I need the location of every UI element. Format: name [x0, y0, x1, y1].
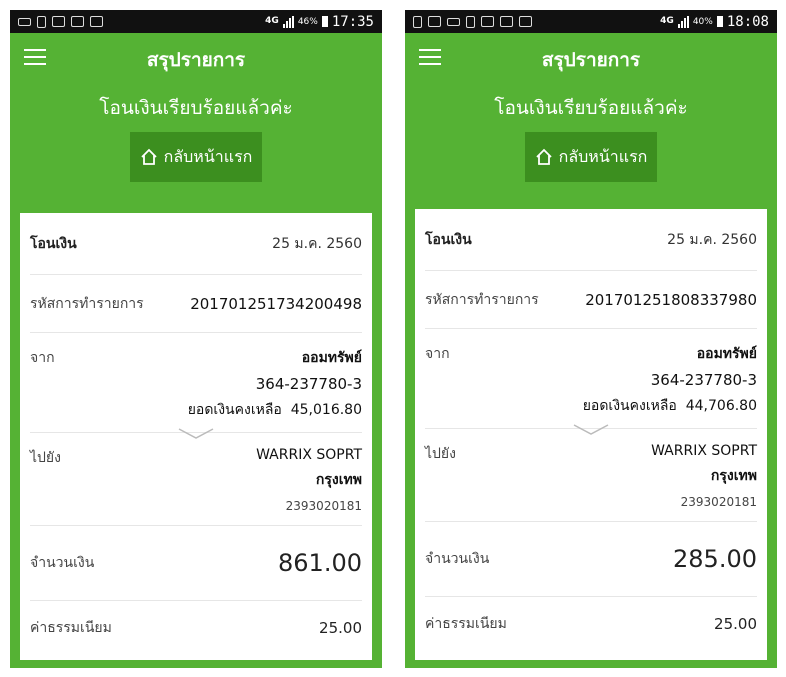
reference-value: 201701251734200498	[190, 294, 362, 313]
clipboard-icon	[500, 16, 513, 27]
from-balance-value: 45,016.80	[290, 402, 362, 418]
chevron-down-icon[interactable]	[178, 428, 214, 440]
amount-value: 861.00	[278, 549, 362, 577]
app-bar: สรุปรายการ	[10, 33, 382, 81]
to-label: ไปยัง	[30, 450, 61, 466]
transaction-summary-card: โอนเงิน 25 ม.ค. 2560 รหัสการทำรายการ 201…	[20, 213, 372, 660]
to-account-row: ไปยัง WARRIX SOPRT กรุงเทพ 2393020181	[425, 429, 757, 522]
app-bar: สรุปรายการ	[405, 33, 777, 81]
from-account-number: 364-237780-3	[650, 371, 757, 389]
from-label: จาก	[30, 350, 55, 366]
usb-icon	[413, 15, 422, 28]
battery-percent: 40%	[692, 16, 713, 27]
battery-icon	[321, 16, 328, 27]
status-bar: 4G 46% 17:35	[10, 10, 382, 33]
transaction-date: 25 ม.ค. 2560	[272, 235, 362, 252]
home-icon	[141, 148, 157, 165]
page-title: สรุปรายการ	[146, 49, 246, 71]
fee-label: ค่าธรรมเนียม	[30, 620, 112, 636]
transaction-type: โอนเงิน	[30, 235, 77, 252]
signal-icon	[677, 15, 689, 28]
fee-value: 25.00	[319, 619, 362, 637]
clock: 17:35	[331, 13, 374, 30]
from-account-row: จาก ออมทรัพย์ 364-237780-3 ยอดเงินคงเหลื…	[30, 333, 362, 439]
reference-row: รหัสการทำรายการ 201701251734200498	[30, 275, 362, 333]
to-account-number: 2393020181	[680, 495, 757, 509]
network-type: 4G	[265, 16, 279, 26]
fee-row: ค่าธรรมเนียม 25.00	[30, 601, 362, 655]
keyboard-icon	[447, 17, 460, 26]
transaction-type-row: โอนเงิน 25 ม.ค. 2560	[30, 213, 362, 275]
transaction-summary-card: โอนเงิน 25 ม.ค. 2560 รหัสการทำรายการ 201…	[415, 209, 767, 660]
transaction-date: 25 ม.ค. 2560	[667, 231, 757, 248]
fee-value: 25.00	[714, 615, 757, 633]
network-type: 4G	[660, 16, 674, 26]
amount-value: 285.00	[673, 545, 757, 573]
back-to-home-button[interactable]: กลับหน้าแรก	[525, 132, 657, 182]
clipboard-icon	[71, 16, 84, 27]
to-bank-name: กรุงเทพ	[315, 472, 362, 488]
home-icon	[536, 148, 552, 165]
from-balance: ยอดเงินคงเหลือ 44,706.80	[583, 395, 757, 417]
reference-label: รหัสการทำรายการ	[30, 295, 144, 312]
phone-screen-right: 4G 40% 18:08 สรุปรายการ โอนเงินเรียบร้อย…	[405, 10, 777, 668]
back-to-home-button[interactable]: กลับหน้าแรก	[130, 132, 262, 182]
keyboard-icon	[18, 17, 31, 26]
success-message: โอนเงินเรียบร้อยแล้วค่ะ	[99, 97, 293, 119]
success-message: โอนเงินเรียบร้อยแล้วค่ะ	[494, 97, 688, 119]
signal-icon	[282, 15, 294, 28]
battery-icon	[716, 16, 723, 27]
reference-row: รหัสการทำรายการ 201701251808337980	[425, 271, 757, 329]
battery-percent: 46%	[297, 16, 318, 27]
mail-icon	[481, 16, 494, 27]
from-account-number: 364-237780-3	[255, 375, 362, 393]
to-account-row: ไปยัง WARRIX SOPRT กรุงเทพ 2393020181	[30, 433, 362, 526]
notification-icons	[413, 15, 532, 28]
notification-icons	[18, 15, 103, 28]
amount-row: จำนวนเงิน 861.00	[30, 526, 362, 601]
to-label: ไปยัง	[425, 446, 456, 462]
chevron-down-icon[interactable]	[573, 424, 609, 436]
fee-row: ค่าธรรมเนียม 25.00	[425, 597, 757, 651]
back-to-home-label: กลับหน้าแรก	[163, 146, 253, 166]
bag-icon	[90, 16, 103, 27]
image-icon	[428, 16, 441, 27]
clock: 18:08	[726, 13, 769, 30]
to-account-name: WARRIX SOPRT	[256, 447, 362, 463]
from-account-type: ออมทรัพย์	[301, 350, 362, 366]
amount-label: จำนวนเงิน	[425, 551, 490, 567]
back-to-home-label: กลับหน้าแรก	[558, 146, 648, 166]
mail-icon	[52, 16, 65, 27]
to-account-number: 2393020181	[285, 499, 362, 513]
fee-label: ค่าธรรมเนียม	[425, 616, 507, 632]
from-account-type: ออมทรัพย์	[696, 346, 757, 362]
from-balance: ยอดเงินคงเหลือ 45,016.80	[188, 399, 362, 421]
to-bank-name: กรุงเทพ	[710, 468, 757, 484]
sim-icon	[37, 15, 46, 28]
amount-row: จำนวนเงิน 285.00	[425, 522, 757, 597]
phone-screen-left: 4G 46% 17:35 สรุปรายการ โอนเงินเรียบร้อย…	[10, 10, 382, 668]
amount-label: จำนวนเงิน	[30, 555, 95, 571]
to-account-name: WARRIX SOPRT	[651, 443, 757, 459]
page-title: สรุปรายการ	[541, 49, 641, 71]
status-bar: 4G 40% 18:08	[405, 10, 777, 33]
from-balance-value: 44,706.80	[685, 398, 757, 414]
reference-value: 201701251808337980	[585, 290, 757, 309]
transaction-type-row: โอนเงิน 25 ม.ค. 2560	[425, 209, 757, 271]
bag-icon	[519, 16, 532, 27]
from-balance-label: ยอดเงินคงเหลือ	[582, 398, 677, 414]
transaction-type: โอนเงิน	[425, 231, 472, 248]
from-label: จาก	[425, 346, 450, 362]
reference-label: รหัสการทำรายการ	[425, 291, 539, 308]
sim-icon	[466, 15, 475, 28]
from-account-row: จาก ออมทรัพย์ 364-237780-3 ยอดเงินคงเหลื…	[425, 329, 757, 435]
from-balance-label: ยอดเงินคงเหลือ	[187, 402, 282, 418]
